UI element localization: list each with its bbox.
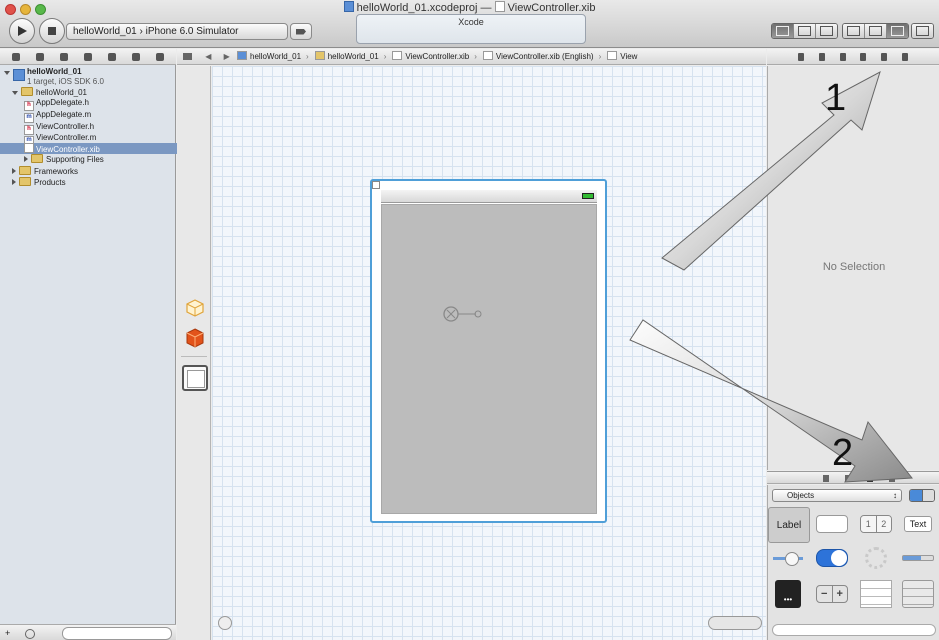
arrow-1-label: 1 bbox=[825, 77, 846, 119]
annotation-overlay: 1 2 bbox=[629, 70, 913, 483]
arrow-2-shape bbox=[629, 319, 913, 483]
arrow-1-shape bbox=[661, 70, 881, 271]
arrow-2-label: 2 bbox=[832, 432, 853, 474]
